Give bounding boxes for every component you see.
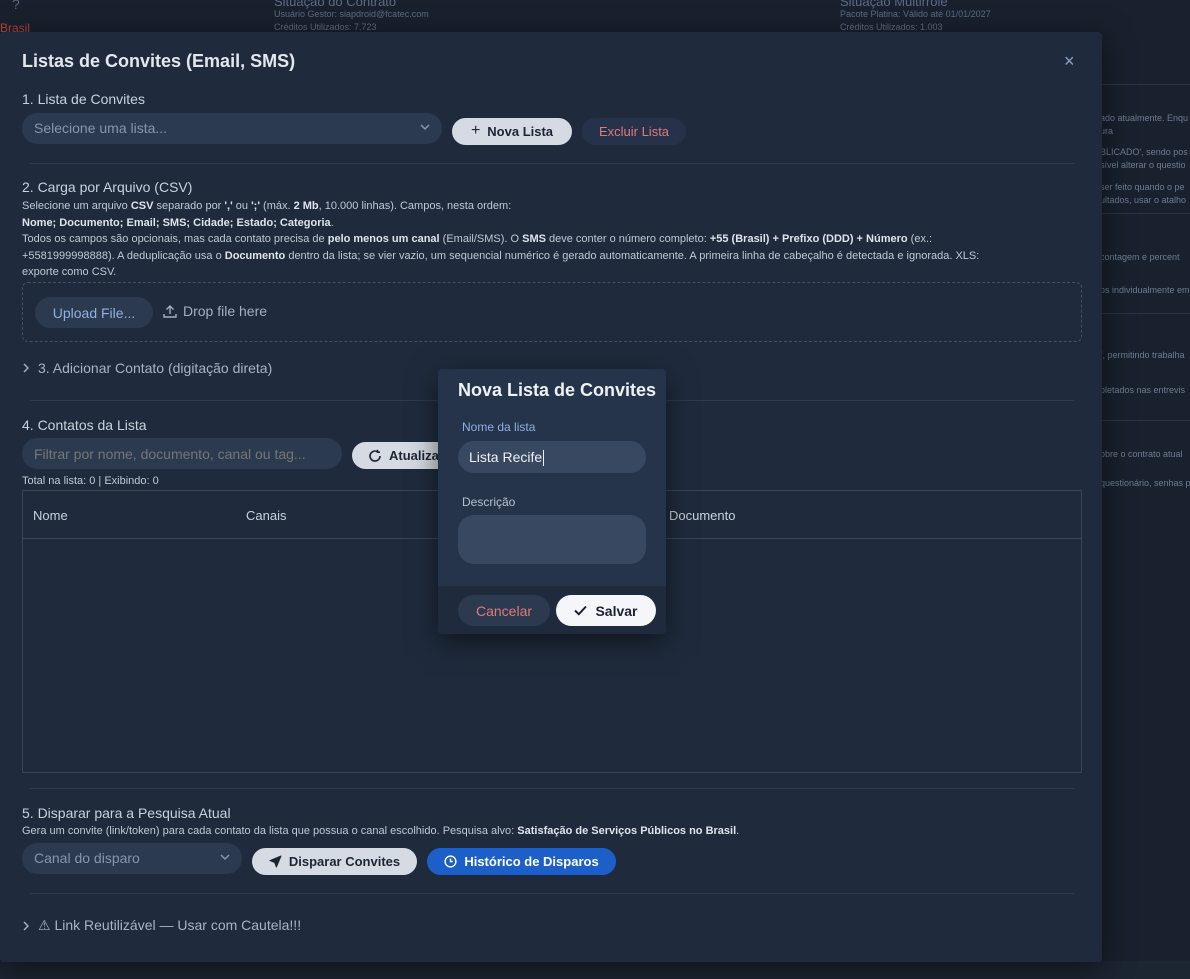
section-2-title: 2. Carga por Arquivo (CSV) [22, 179, 193, 195]
section-3-title: 3. Adicionar Contato (digitação direta) [38, 360, 273, 376]
close-icon[interactable]: × [1064, 51, 1075, 72]
description-input[interactable] [458, 515, 646, 564]
side-text: obre o contrato atual [1100, 449, 1183, 459]
contract-manager: Usuário Gestor: siapdroid@fcatec.com [274, 9, 429, 19]
help-icon[interactable]: ? [12, 0, 20, 12]
channel-select[interactable]: Canal do disparo [22, 843, 242, 874]
new-list-button[interactable]: + Nova Lista [452, 118, 572, 145]
check-icon [574, 605, 588, 616]
plus-icon: + [470, 121, 481, 139]
side-text: ser feito quando o pe [1100, 182, 1185, 192]
send-invites-label: Disparar Convites [288, 854, 401, 869]
multirole-plan: Pacote Platina: Válido até 01/01/2027 [840, 9, 991, 19]
contract-title: Situação do Contrato [274, 0, 397, 9]
column-header-name[interactable]: Nome [33, 508, 68, 523]
side-divider [1092, 420, 1190, 421]
drop-hint: Drop file here [163, 303, 267, 319]
multirole-title: Situação Multirrole [840, 0, 948, 9]
send-invites-button[interactable]: Disparar Convites [252, 848, 417, 875]
contract-status: Situação do Contrato Usuário Gestor: sia… [274, 0, 429, 34]
side-divider [1092, 313, 1190, 314]
refresh-icon [369, 449, 381, 462]
divider [30, 163, 1074, 164]
channel-select-placeholder: Canal do disparo [34, 850, 140, 866]
background-footer [0, 961, 1190, 979]
save-label: Salvar [595, 602, 638, 619]
side-text: BLICADO', sendo pos [1100, 147, 1188, 157]
side-text: questionário, senhas p [1100, 478, 1190, 488]
new-list-dialog: Nova Lista de Convites Nome da lista Lis… [438, 369, 666, 634]
chevron-down-icon [420, 124, 430, 131]
side-text: ado atualmente. Enqu [1100, 113, 1189, 123]
list-select[interactable]: Selecione uma lista... [22, 113, 442, 144]
text-caret [543, 450, 545, 467]
dispatch-history-button[interactable]: Histórico de Disparos [427, 848, 616, 875]
section-5-title: 5. Disparar para a Pesquisa Atual [22, 805, 231, 821]
upload-icon [163, 305, 177, 318]
section-6-title: ⚠ Link Reutilizável — Usar com Cautela!!… [38, 917, 302, 933]
save-button[interactable]: Salvar [556, 595, 656, 626]
contact-filter-input[interactable] [22, 438, 342, 469]
chevron-right-icon [23, 921, 29, 930]
column-header-channels[interactable]: Canais [246, 508, 286, 523]
upload-file-button[interactable]: Upload File... [35, 297, 153, 328]
multirole-status: Situação Multirrole Pacote Platina: Váli… [840, 0, 991, 34]
refresh-label: Atualizar [389, 448, 444, 463]
dialog-title: Nova Lista de Convites [458, 380, 657, 400]
reusable-link-toggle[interactable]: ⚠ Link Reutilizável — Usar com Cautela!!… [22, 917, 301, 934]
chevron-down-icon [220, 854, 230, 861]
list-name-label: Nome da lista [462, 420, 536, 434]
dispatch-history-label: Histórico de Disparos [464, 854, 599, 869]
list-select-placeholder: Selecione uma lista... [34, 120, 168, 136]
chevron-right-icon [23, 363, 29, 373]
side-text: os individualmente em [1100, 285, 1190, 295]
file-dropzone[interactable]: Upload File... Drop file here [22, 282, 1082, 342]
section-1-title: 1. Lista de Convites [22, 91, 145, 107]
dispatch-description: Gera um convite (link/token) para cada c… [22, 825, 740, 837]
column-header-document[interactable]: Documento [669, 508, 735, 523]
side-text: contagem e percent [1100, 252, 1180, 262]
clock-icon [444, 855, 457, 868]
side-text: oletados nas entrevis [1100, 385, 1186, 395]
new-list-label: Nova Lista [487, 124, 554, 139]
modal-title: Listas de Convites (Email, SMS) [22, 51, 296, 71]
section-4-title: 4. Contatos da Lista [22, 417, 147, 433]
list-name-value: Lista Recife [469, 449, 543, 465]
divider [30, 788, 1074, 789]
divider [30, 893, 1074, 894]
list-name-input[interactable]: Lista Recife [458, 441, 646, 473]
drop-text: Drop file here [183, 303, 268, 319]
add-contact-toggle[interactable]: 3. Adicionar Contato (digitação direta) [22, 360, 272, 376]
side-divider [1092, 213, 1190, 214]
side-text: ultados, usar o atalho [1100, 195, 1187, 205]
cancel-button[interactable]: Cancelar [458, 595, 550, 626]
dialog-footer: Cancelar Salvar [438, 586, 666, 634]
csv-instructions: Selecione um arquivo CSV separado por ',… [22, 200, 980, 278]
list-totals: Total na lista: 0 | Exibindo: 0 [22, 475, 159, 487]
side-text: /, permitindo trabalha [1100, 350, 1185, 360]
delete-list-button[interactable]: Excluir Lista [582, 118, 686, 145]
description-label: Descrição [462, 495, 516, 509]
side-text: sível alterar o questio [1100, 160, 1186, 170]
send-icon [269, 855, 282, 868]
